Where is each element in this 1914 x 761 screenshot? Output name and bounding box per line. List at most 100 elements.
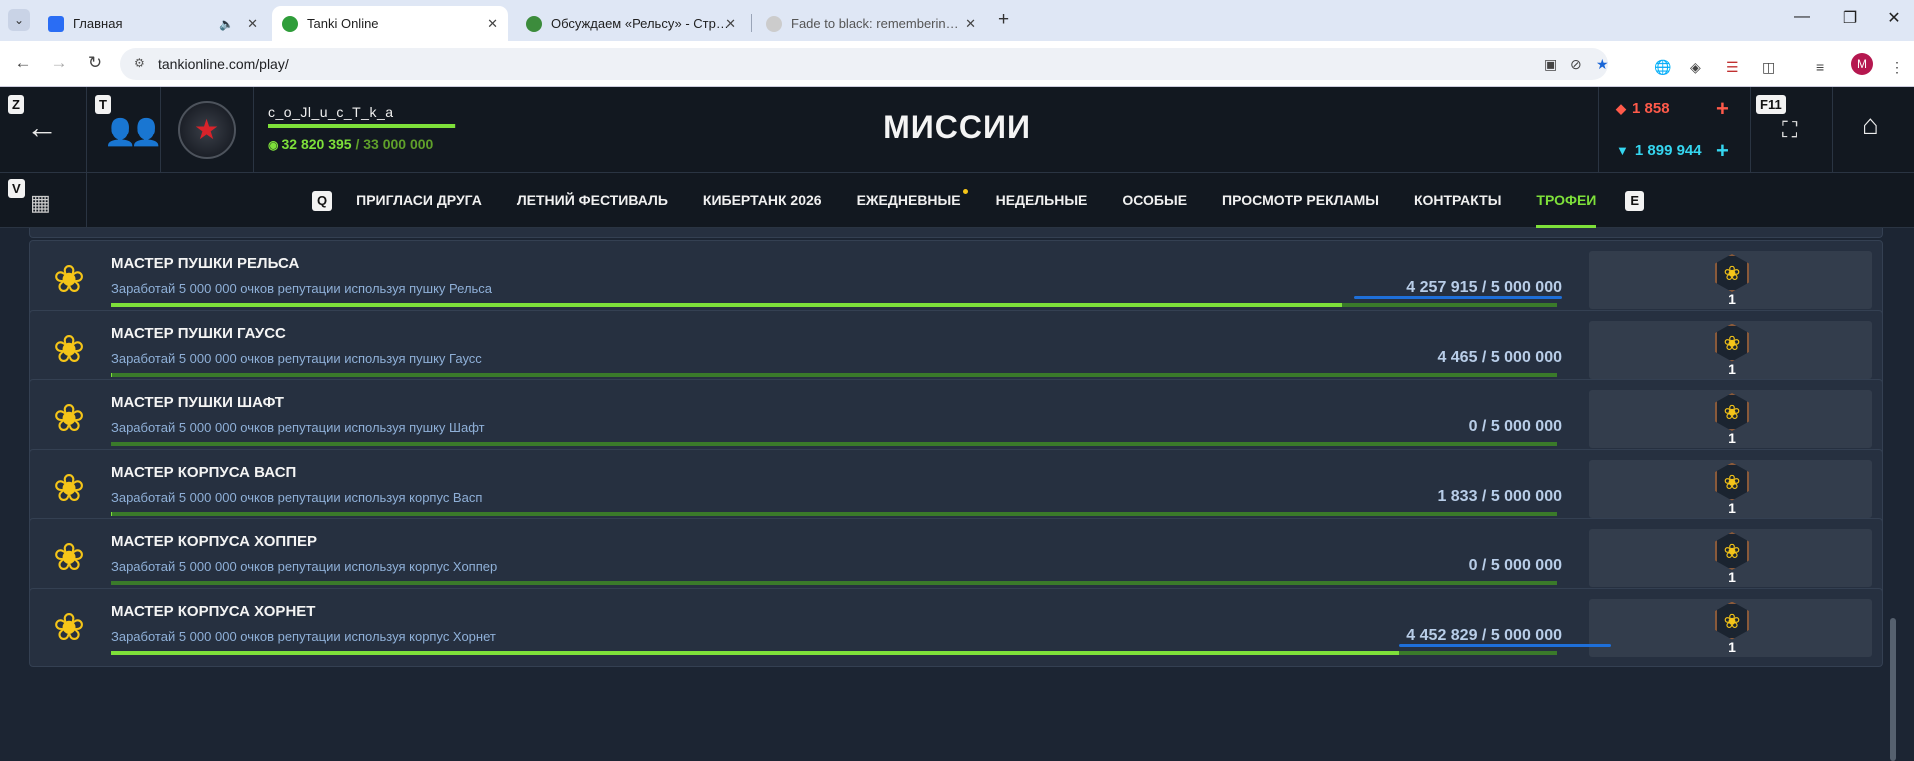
close-tab-icon[interactable]: ✕ (487, 16, 498, 32)
translate-extension-icon[interactable]: 🌐 (1654, 59, 1671, 76)
mission-row[interactable]: ❀ МАСТЕР КОРПУСА ХОРНЕТ Заработай 5 000 00… (29, 587, 1883, 667)
eagle-emblem-icon: ❀ (53, 259, 85, 301)
mission-progress-bar (111, 372, 1557, 377)
install-app-icon[interactable]: ▣ (1544, 56, 1557, 73)
mission-tabs: Q ПРИГЛАСИ ДРУГА ЛЕТНИЙ ФЕСТИВАЛЬ КИБЕРТАН… (312, 173, 1668, 228)
eagle-emblem-icon: ❀ (53, 398, 85, 440)
tab-label: КОНТРАКТЫ (1413, 192, 1502, 208)
reward-slot[interactable]: ❀ 1 (1589, 320, 1872, 379)
mission-progress-bar (111, 511, 1557, 516)
trophy-badge-icon: ❀ (1715, 393, 1749, 431)
tab-5[interactable]: НЕДЕЛЬНЫЕ (996, 173, 1088, 228)
home-icon[interactable]: ⌂ (1862, 109, 1879, 141)
close-tab-icon[interactable]: ✕ (965, 16, 976, 32)
tab-9[interactable]: ТРОФЕИ (1536, 173, 1596, 228)
red-crystals-value: 1 858 (1632, 100, 1670, 117)
mission-progress: 4 452 829 / 5 000 000 (1406, 626, 1562, 644)
extension-icon[interactable]: ☰ (1726, 59, 1739, 76)
tab-4[interactable]: ЕЖЕДНЕВНЫЕ (857, 173, 968, 228)
bookmark-star-icon[interactable]: ★ (1596, 56, 1609, 73)
apps-grid-icon[interactable]: ▦ (30, 190, 51, 216)
browser-tab-article[interactable]: Fade to black: remembering co ✕ (756, 6, 986, 41)
browser-tab-tanki[interactable]: Tanki Online ✕ (272, 6, 508, 41)
reward-count: 1 (1728, 360, 1736, 377)
tab-3[interactable]: КИБЕРТАНК 2026 (703, 173, 822, 228)
reward-slot[interactable]: ❀ 1 (1589, 529, 1872, 587)
eagle-emblem-icon: ❀ (53, 328, 85, 371)
mission-row-partial (29, 228, 1883, 238)
address-bar[interactable]: ⚙ tankionline.com/play/ ▣ ⊘ ★ (120, 48, 1609, 80)
mission-row[interactable]: ❀ МАСТЕР ПУШКИ ГАУСС Заработай 5 000 000 о… (29, 309, 1883, 389)
tab-search-menu-button[interactable]: ⌄ (8, 9, 30, 31)
scrollbar[interactable] (1890, 228, 1896, 761)
minimize-icon[interactable]: — (1782, 8, 1822, 26)
divider (1750, 87, 1751, 173)
mission-progress-fill (111, 303, 1343, 307)
mission-description: Заработай 5 000 000 очков репутации испо… (111, 559, 498, 574)
site-info-icon[interactable]: ⚙ (134, 56, 145, 70)
fullscreen-icon[interactable]: ⛶ (1782, 117, 1797, 143)
reward-slot[interactable]: ❀ 1 (1589, 251, 1872, 309)
reward-slot[interactable]: ❀ 1 (1589, 390, 1872, 448)
tanki-favicon-icon (282, 15, 298, 32)
mission-row[interactable]: ❀ МАСТЕР КОРПУСА ХОППЕР Заработай 5 000 00… (29, 518, 1883, 597)
blue-crystal-icon: ▼ (1616, 143, 1629, 158)
tab-1[interactable]: ПРИГЛАСИ ДРУГА (356, 173, 482, 228)
restore-icon[interactable]: ❐ (1830, 8, 1870, 28)
hotkey-f11: F11 (1756, 95, 1786, 114)
mission-progress-bar (111, 442, 1557, 446)
reward-slot[interactable]: ❀ 1 (1589, 459, 1872, 518)
mission-progress: 0 / 5 000 000 (1468, 418, 1562, 435)
back-arrow-icon[interactable]: ← (12, 53, 34, 73)
tab-title: Главная (73, 16, 123, 31)
tab-separator (751, 14, 752, 32)
hotkey-q: Q (312, 190, 333, 211)
mission-name: МАСТЕР ПУШКИ РЕЛЬСА (111, 255, 300, 272)
tab-8[interactable]: КОНТРАКТЫ (1414, 173, 1501, 228)
generic-favicon-icon (766, 15, 782, 32)
browser-toolbar: ← → ↻ ⚙ tankionline.com/play/ ▣ ⊘ ★ 🌐 ◈ … (0, 41, 1914, 87)
notification-dot (962, 189, 968, 194)
close-tab-icon[interactable]: ✕ (247, 16, 258, 32)
buy-red-crystals-button[interactable]: + (1716, 96, 1729, 122)
tab-6[interactable]: ОСОБЫЕ (1122, 173, 1187, 228)
mission-name: МАСТЕР ПУШКИ ШАФТ (111, 394, 284, 411)
tab-7[interactable]: ПРОСМОТР РЕКЛАМЫ (1222, 173, 1379, 228)
mission-progress: 1 833 / 5 000 000 (1437, 487, 1562, 505)
tracking-protection-icon[interactable]: ⊘ (1570, 56, 1582, 73)
browser-tab-home[interactable]: Главная 🔈 ✕ (38, 6, 268, 41)
forward-arrow-icon[interactable]: → (48, 53, 70, 73)
profile-avatar[interactable]: M (1851, 53, 1873, 75)
divider (1598, 87, 1599, 173)
browser-menu-icon[interactable]: ⋮ (1890, 59, 1904, 76)
mission-description: Заработай 5 000 000 очков репутации испо… (111, 281, 493, 296)
reward-count: 1 (1728, 291, 1736, 307)
close-tab-icon[interactable]: ✕ (725, 16, 736, 32)
blue-crystals-value: 1 899 944 (1634, 142, 1702, 159)
game-header: Z ← T 👤👤 ★ c_o_Jl_u_c_T_k_a ◉ 32 820 395 … (0, 87, 1914, 173)
mission-progress-fill (111, 372, 113, 377)
mission-row[interactable]: ❀ МАСТЕР ПУШКИ РЕЛЬСА Заработай 5 000 000 … (29, 240, 1883, 319)
new-tab-button[interactable]: + (998, 9, 1009, 31)
trophy-badge-icon: ❀ (1715, 462, 1749, 501)
scrollbar-thumb[interactable] (1890, 618, 1896, 761)
puzzle-extensions-icon[interactable]: ◫ (1762, 59, 1775, 76)
mission-name: МАСТЕР КОРПУСА ВАСП (111, 463, 297, 481)
tab-title: Fade to black: remembering co (791, 16, 961, 31)
speaker-icon[interactable]: 🔈 (219, 17, 234, 31)
divider (86, 173, 87, 228)
eagle-emblem-icon: ❀ (53, 606, 85, 649)
mission-row[interactable]: ❀ МАСТЕР ПУШКИ ШАФТ Заработай 5 000 000 оч… (29, 379, 1883, 458)
buy-blue-crystals-button[interactable]: + (1716, 138, 1729, 164)
mission-row[interactable]: ❀ МАСТЕР КОРПУСА ВАСП Заработай 5 000 000 … (29, 448, 1883, 528)
blue-crystals: ▼ 1 899 944 (1616, 142, 1702, 159)
reload-icon[interactable]: ↻ (84, 53, 106, 73)
extension-icon[interactable]: ◈ (1690, 59, 1701, 76)
tab-2[interactable]: ЛЕТНИЙ ФЕСТИВАЛЬ (517, 173, 668, 228)
mission-progress: 4 257 915 / 5 000 000 (1406, 279, 1562, 296)
browser-tab-forum[interactable]: Обсуждаем «Рельсу» - Страни ✕ (516, 6, 746, 41)
playlist-icon[interactable]: ≡ (1816, 59, 1824, 75)
close-window-icon[interactable]: ✕ (1874, 8, 1914, 28)
tab-label: ОСОБЫЕ (1122, 192, 1188, 208)
reward-slot[interactable]: ❀ 1 (1589, 598, 1872, 657)
